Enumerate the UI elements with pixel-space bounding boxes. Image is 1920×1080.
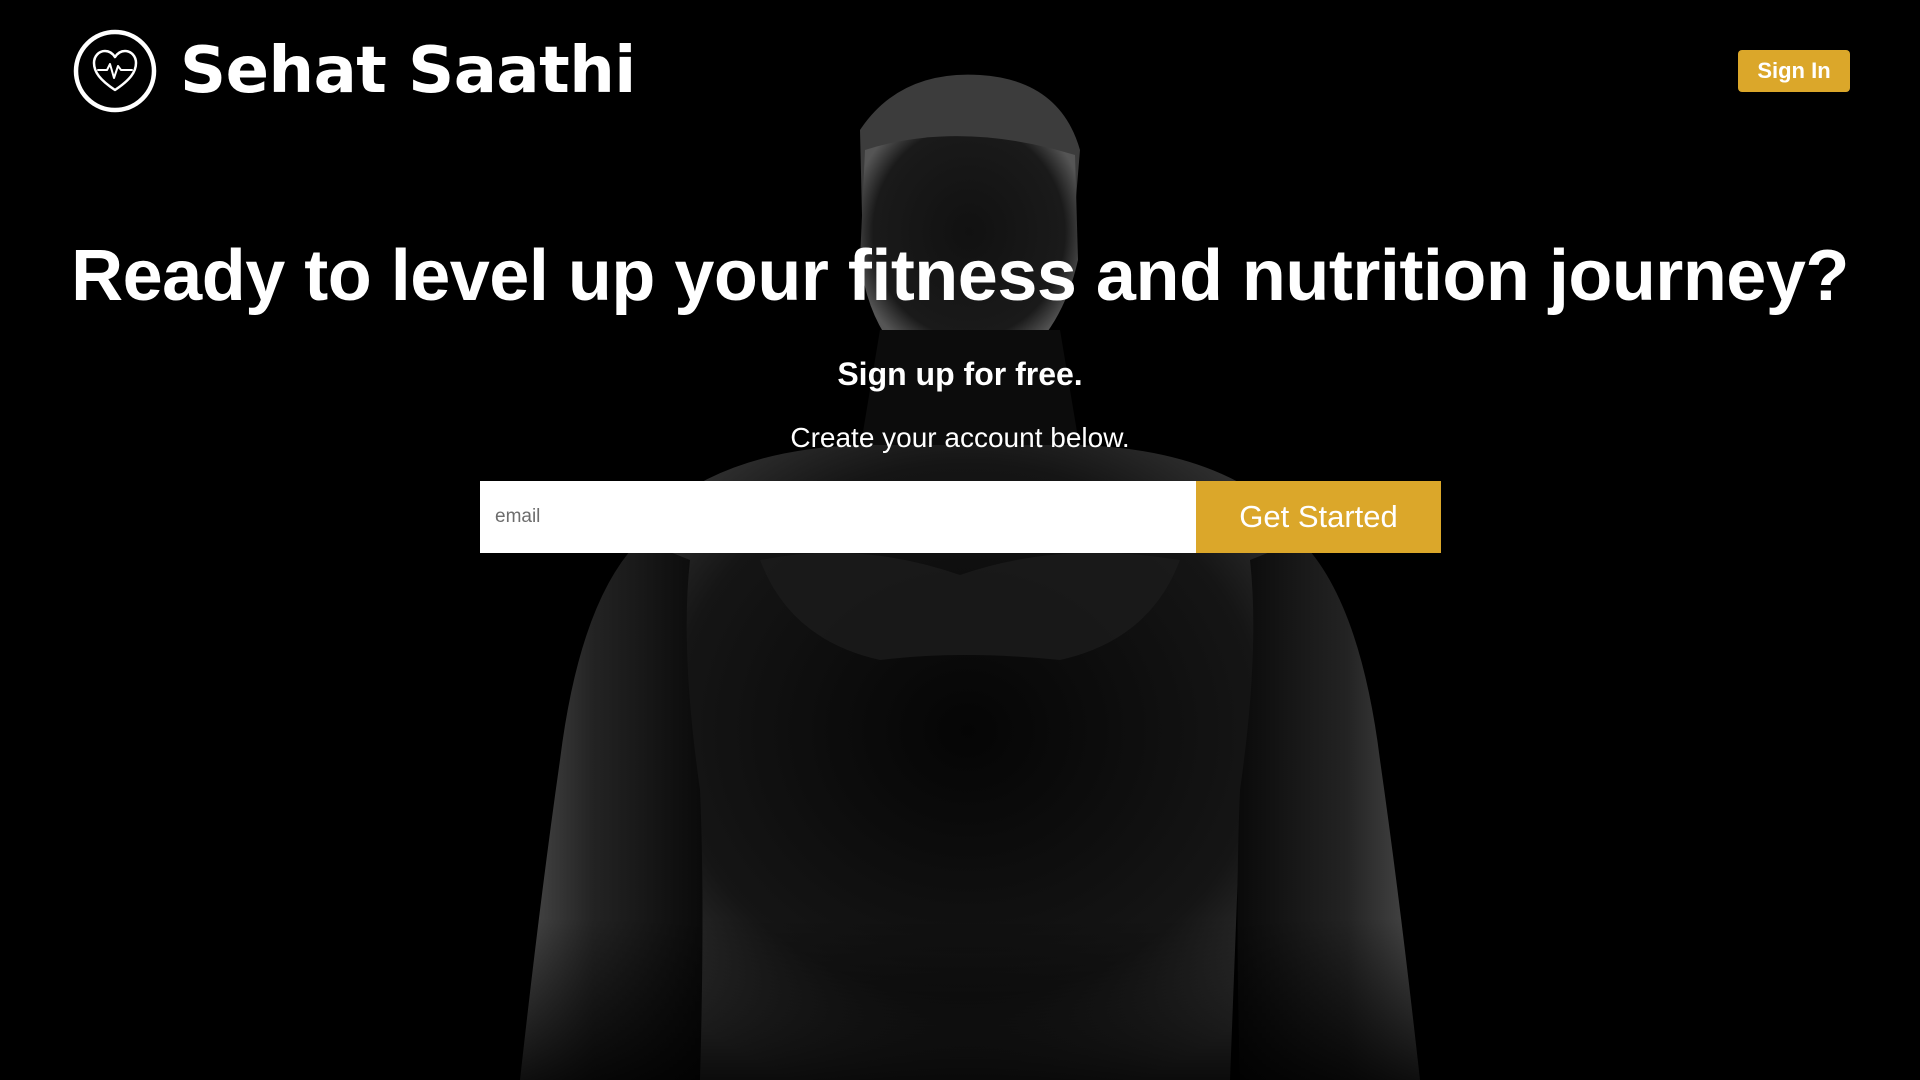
hero-section: Ready to level up your fitness and nutri… <box>0 232 1920 456</box>
get-started-button[interactable]: Get Started <box>1196 481 1441 553</box>
hero-subheadline: Sign up for free. <box>837 356 1083 392</box>
hero-tagline: Create your account below. <box>790 422 1130 453</box>
signup-form: Get Started <box>480 481 1441 553</box>
sign-in-button[interactable]: Sign In <box>1738 50 1850 92</box>
brand-logo[interactable]: Sehat Saathi <box>72 28 636 114</box>
heart-pulse-icon <box>73 29 157 113</box>
email-input[interactable] <box>480 481 1196 553</box>
landing-page: Sehat Saathi Sign In Ready to level up y… <box>0 0 1920 1080</box>
brand-name: Sehat Saathi <box>180 34 636 108</box>
hero-headline: Ready to level up your fitness and nutri… <box>71 236 1849 316</box>
